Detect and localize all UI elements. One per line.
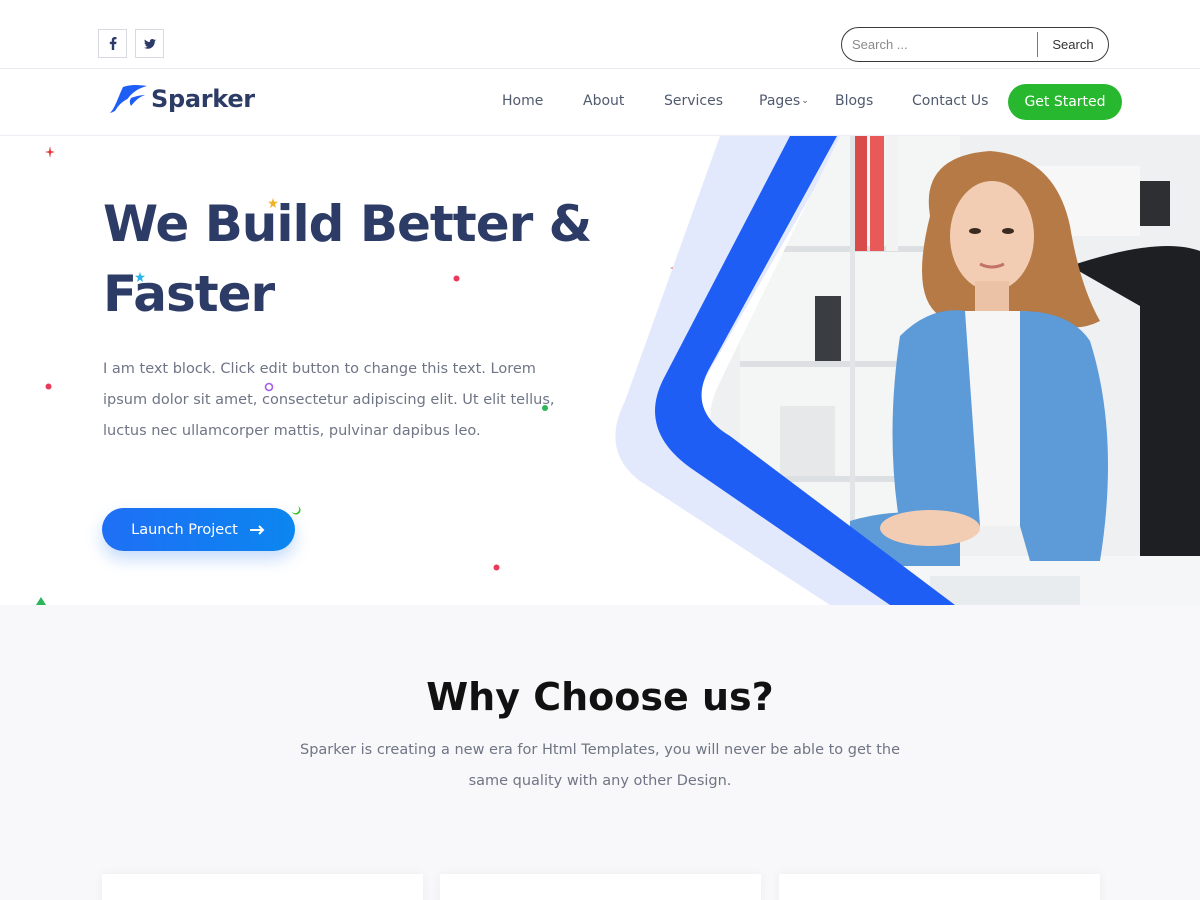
sparker-logo-icon [110,85,147,113]
why-choose-description: Sparker is creating a new era for Html T… [300,742,900,789]
logo-text: Sparker [151,85,255,113]
why-choose-section: Why Choose us? Sparker is creating a new… [0,605,1200,900]
get-started-button[interactable]: Get Started [1008,84,1122,120]
leaf-decoration [542,405,548,411]
why-choose-title: Why Choose us? [426,675,774,719]
feature-card [779,874,1100,900]
nav-about[interactable]: About [583,93,624,109]
leaf-decoration [36,597,46,605]
search-button[interactable]: Search [1038,28,1108,61]
ring-decoration [264,382,274,392]
chevron-down-icon: ⌄ [801,96,809,106]
hero-section: We Build Better & Faster I am text block… [0,136,1200,605]
launch-project-label: Launch Project [131,521,238,538]
feature-card [102,874,423,900]
search-box: Search [841,27,1109,62]
search-input[interactable] [842,28,1037,61]
twitter-icon [143,38,156,49]
hero-title: We Build Better & Faster [103,189,623,329]
nav-home[interactable]: Home [502,93,543,109]
heart-decoration [45,383,52,390]
facebook-icon [109,37,116,50]
main-navbar: Sparker Home About Services Pages⌄ Blogs… [0,69,1200,136]
arrow-right-icon [249,524,266,535]
hero-description: I am text block. Click edit button to ch… [103,361,555,439]
heart-decoration [493,564,500,571]
logo[interactable]: Sparker [109,84,255,114]
star-decoration [268,198,278,208]
feature-card [440,874,761,900]
hero-title-line-1: We Build Better & [103,195,592,253]
heart-decoration [453,275,460,282]
nav-pages-label: Pages [759,93,801,109]
top-bar: Search [0,0,1200,69]
facebook-link[interactable] [98,29,127,58]
hero-image [615,136,1200,605]
twitter-link[interactable] [135,29,164,58]
launch-project-button[interactable]: Launch Project [102,508,295,551]
nav-contact[interactable]: Contact Us [912,93,988,109]
nav-pages[interactable]: Pages⌄ [759,93,809,109]
nav-services[interactable]: Services [664,93,723,109]
hero-title-line-2: Faster [103,265,275,323]
moon-decoration [292,506,301,515]
sparkle-decoration [45,146,55,158]
star-decoration [135,272,145,282]
nav-blogs[interactable]: Blogs [835,93,873,109]
